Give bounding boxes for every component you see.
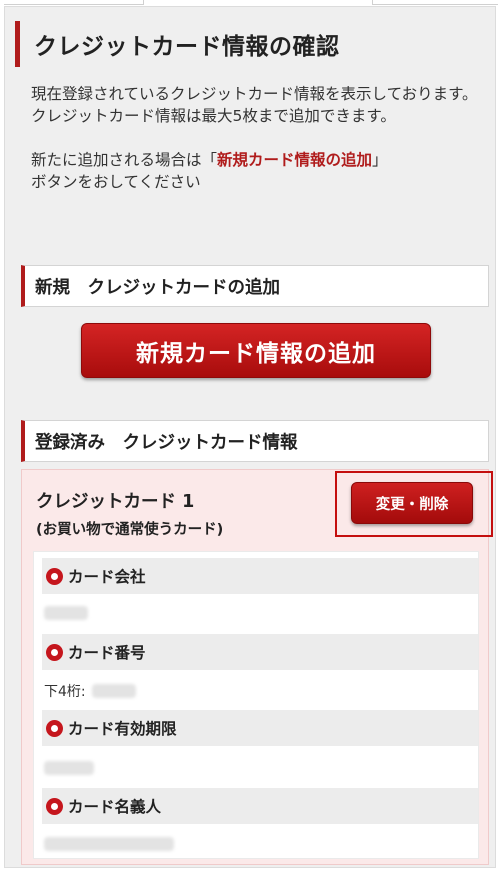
card-holder-value xyxy=(44,833,174,855)
redacted-value xyxy=(91,684,136,698)
section-heading-new-text: 新規 クレジットカードの追加 xyxy=(35,277,280,298)
page-title: クレジットカード情報の確認 xyxy=(15,21,491,67)
add-note-prefix: 新たに追加される場合は「 xyxy=(31,151,218,169)
field-card-number: カード番号 xyxy=(42,634,478,670)
add-card-button[interactable]: 新規カード情報の追加 xyxy=(81,323,431,378)
bullet-icon xyxy=(46,797,63,815)
field-card-expiry-label: カード有効期限 xyxy=(68,720,177,738)
add-note-suffix: 」 xyxy=(372,151,388,169)
add-note-highlight: 新規カード情報の追加 xyxy=(217,151,373,169)
card-expiry-value xyxy=(44,757,94,779)
intro-line-1: 現在登録されているクレジットカード情報を表示しております。 xyxy=(31,85,478,103)
bullet-icon xyxy=(46,567,63,585)
bullet-icon xyxy=(46,719,63,737)
add-card-button-label: 新規カード情報の追加 xyxy=(136,340,376,367)
section-heading-new-card: 新規 クレジットカードの追加 xyxy=(21,265,489,307)
card-number-value: 下4桁: xyxy=(44,680,136,702)
redacted-value xyxy=(44,761,94,775)
page-title-text: クレジットカード情報の確認 xyxy=(34,34,340,60)
add-note-line-2: ボタンをおしてください xyxy=(31,173,201,191)
card-company-value xyxy=(44,602,88,624)
card-number-prefix: 下4桁: xyxy=(44,684,86,700)
edit-button-highlight-box xyxy=(335,471,493,537)
field-card-holder-label: カード名義人 xyxy=(68,798,162,816)
intro-line-2: クレジットカード情報は最大5枚まで追加できます。 xyxy=(31,107,396,125)
field-card-holder: カード名義人 xyxy=(42,788,478,824)
field-card-company-label: カード会社 xyxy=(68,568,146,586)
section-heading-registered: 登録済み クレジットカード情報 xyxy=(21,420,489,462)
redacted-value xyxy=(44,606,88,620)
card-details: カード会社 カード番号 下4桁: カード有効期限 カード名義人 xyxy=(33,551,479,859)
card-subtitle: (お買い物で通常使うカード) xyxy=(36,522,224,538)
field-card-expiry: カード有効期限 xyxy=(42,710,478,746)
field-card-company: カード会社 xyxy=(42,558,478,594)
top-tab-left[interactable] xyxy=(4,0,144,5)
bullet-icon xyxy=(46,643,63,661)
section-heading-registered-text: 登録済み クレジットカード情報 xyxy=(35,432,298,453)
add-note: 新たに追加される場合は「新規カード情報の追加」 xyxy=(31,149,491,171)
intro-text: 現在登録されているクレジットカード情報を表示しております。 クレジットカード情報… xyxy=(15,83,491,193)
field-card-number-label: カード番号 xyxy=(68,644,146,662)
redacted-value xyxy=(44,837,174,851)
top-tab-right[interactable] xyxy=(372,0,498,5)
page-container: クレジットカード情報の確認 現在登録されているクレジットカード情報を表示しており… xyxy=(4,6,496,868)
card-title: クレジットカード 1 xyxy=(36,492,195,512)
